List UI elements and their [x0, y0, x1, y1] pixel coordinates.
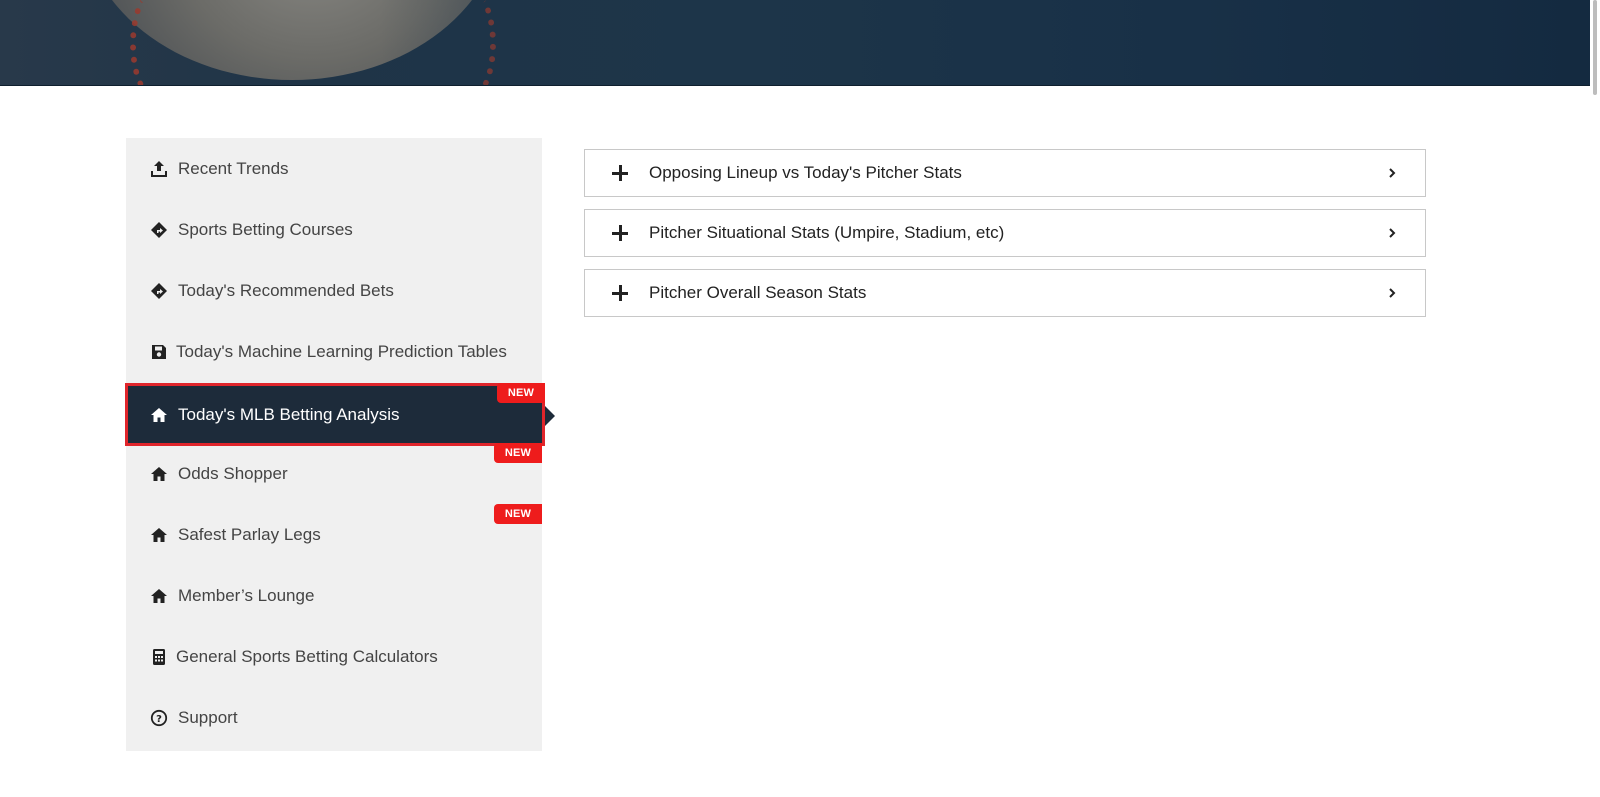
sidebar-item-label: Today's MLB Betting Analysis [178, 404, 400, 424]
sidebar-item-support[interactable]: ? Support [126, 687, 542, 748]
home-icon [150, 526, 168, 544]
chevron-right-icon [1385, 226, 1399, 240]
sidebar-item-label: Recent Trends [178, 158, 289, 178]
home-icon [150, 465, 168, 483]
sidebar-item-sports-betting-courses[interactable]: Sports Betting Courses [126, 199, 542, 260]
accordion-title: Pitcher Situational Stats (Umpire, Stadi… [649, 223, 1005, 242]
sidebar-item-calculators[interactable]: General Sports Betting Calculators [126, 626, 542, 687]
sidebar-item-ml-prediction-tables[interactable]: Today's Machine Learning Prediction Tabl… [126, 321, 542, 382]
accordion-title: Opposing Lineup vs Today's Pitcher Stats [649, 163, 962, 182]
sidebar-item-recommended-bets[interactable]: Today's Recommended Bets [126, 260, 542, 321]
sidebar-item-label: Odds Shopper [178, 463, 288, 483]
plus-icon [611, 284, 629, 302]
chevron-right-icon [1385, 286, 1399, 300]
sidebar-item-label: General Sports Betting Calculators [176, 646, 438, 666]
save-icon [150, 343, 168, 361]
upload-icon [150, 160, 168, 178]
new-badge: NEW [494, 443, 542, 463]
sidebar-item-label: Member’s Lounge [178, 585, 315, 605]
sidebar-item-label: Today's Recommended Bets [178, 280, 394, 300]
direction-sign-icon [150, 282, 168, 300]
new-badge: NEW [497, 383, 545, 403]
accordion-pitcher-overall[interactable]: Pitcher Overall Season Stats [584, 269, 1426, 317]
calculator-icon [150, 648, 168, 666]
plus-icon [611, 224, 629, 242]
chevron-right-icon [1385, 166, 1399, 180]
sidebar-item-recent-trends[interactable]: Recent Trends [126, 138, 542, 199]
home-icon [150, 587, 168, 605]
home-icon [150, 406, 168, 424]
active-indicator-arrow [545, 406, 555, 426]
sidebar-item-label: Safest Parlay Legs [178, 524, 321, 544]
sidebar-nav: Recent Trends Sports Betting Courses Tod… [125, 138, 555, 751]
new-badge: NEW [494, 504, 542, 524]
sidebar-item-mlb-betting-analysis[interactable]: Today's MLB Betting Analysis NEW [125, 383, 555, 446]
sidebar-item-label: Sports Betting Courses [178, 219, 353, 239]
question-circle-icon: ? [150, 709, 168, 727]
accordion-pitcher-situational[interactable]: Pitcher Situational Stats (Umpire, Stadi… [584, 209, 1426, 257]
direction-sign-icon [150, 221, 168, 239]
scrollbar-thumb[interactable] [1593, 0, 1597, 95]
baseball-seam [130, 0, 176, 85]
accordion-title: Pitcher Overall Season Stats [649, 283, 867, 302]
sidebar-item-label: Support [178, 707, 238, 727]
accordion-opposing-lineup[interactable]: Opposing Lineup vs Today's Pitcher Stats [584, 149, 1426, 197]
svg-text:?: ? [156, 714, 162, 725]
sidebar-item-safest-parlay-legs[interactable]: Safest Parlay Legs NEW [126, 504, 542, 565]
sidebar-item-members-lounge[interactable]: Member’s Lounge [126, 565, 542, 626]
header-banner [0, 0, 1590, 86]
plus-icon [611, 164, 629, 182]
sidebar-item-label: Today's Machine Learning Prediction Tabl… [176, 341, 507, 361]
page-scrollbar[interactable] [1590, 0, 1600, 797]
sidebar-item-odds-shopper[interactable]: Odds Shopper NEW [126, 443, 542, 504]
